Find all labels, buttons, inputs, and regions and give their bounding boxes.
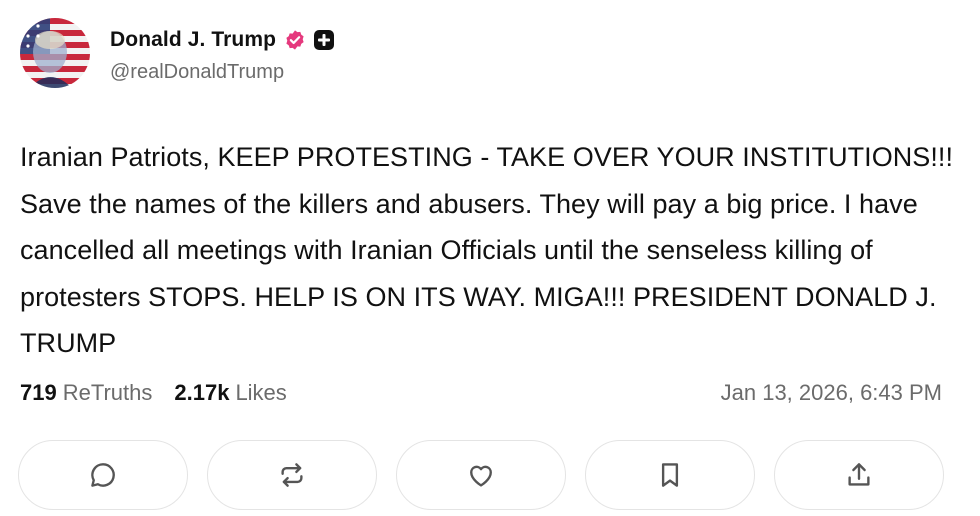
verified-badge-icon: [284, 29, 306, 51]
retruth-button[interactable]: [207, 440, 377, 510]
name-row: Donald J. Trump: [110, 23, 335, 57]
avatar[interactable]: [20, 18, 90, 88]
post-text: Iranian Patriots, KEEP PROTESTING - TAKE…: [20, 142, 954, 358]
bookmark-button[interactable]: [585, 440, 755, 510]
share-button[interactable]: [774, 440, 944, 510]
retruth-icon: [281, 463, 303, 487]
retruths-label: ReTruths: [62, 380, 153, 405]
like-button[interactable]: [396, 440, 566, 510]
likes-count: 2.17k: [174, 380, 230, 405]
comment-button[interactable]: [18, 440, 188, 510]
author-handle[interactable]: @realDonaldTrump: [110, 61, 334, 84]
post-header: Donald J. Trump @realDonaldTrump: [20, 18, 335, 88]
like-icon: [470, 465, 492, 487]
post-stats: 719 ReTruths 2.17k Likes Jan 13, 2026, 6…: [20, 380, 942, 406]
author-identity: Donald J. Trump @realDonaldTrump: [110, 23, 335, 84]
truth-post: Donald J. Trump @realDonaldTrump Iranian…: [0, 0, 980, 516]
comment-icon: [91, 463, 115, 487]
action-bar: [18, 440, 944, 510]
author-display-name[interactable]: Donald J. Trump: [110, 28, 276, 52]
plus-badge-icon: [314, 29, 335, 50]
post-timestamp[interactable]: Jan 13, 2026, 6:43 PM: [721, 380, 942, 406]
share-icon: [848, 463, 870, 486]
flag-portrait-avatar: [20, 18, 90, 88]
retruths-stat[interactable]: 719 ReTruths: [20, 380, 152, 406]
likes-stat[interactable]: 2.17k Likes: [174, 380, 286, 406]
likes-label: Likes: [235, 380, 287, 405]
bookmark-icon: [661, 463, 679, 487]
retruths-count: 719: [20, 380, 57, 405]
